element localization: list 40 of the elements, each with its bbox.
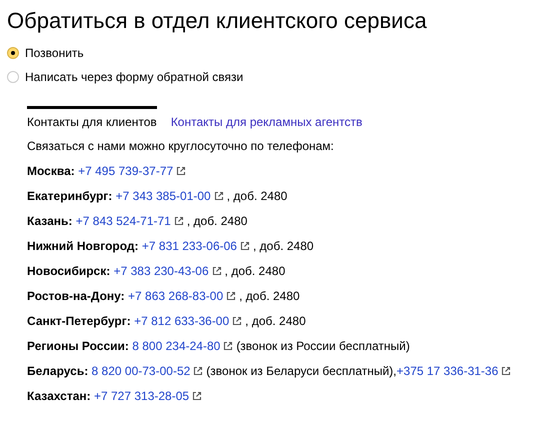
phone-link[interactable]: +7 495 739-37-77 [78, 164, 174, 178]
external-link-icon [193, 366, 204, 376]
external-link-icon [232, 316, 242, 326]
contact-line: Казань: +7 843 524-71-71 , доб. 2480 [27, 214, 248, 229]
phone-link[interactable]: +7 863 268-83-00 [128, 289, 224, 303]
phone-link[interactable]: 8 820 00-73-00-52 [92, 364, 190, 378]
external-link-icon [176, 166, 186, 176]
phone-link[interactable]: +7 812 633-36-00 [134, 314, 230, 328]
external-link-icon [214, 191, 224, 201]
contact-line: Санкт-Петербург: +7 812 633-36-00 , доб. 2480 [27, 314, 307, 329]
external-link-icon [226, 291, 236, 301]
contact-line: Екатеринбург: +7 343 385-01-00 , доб. 2480 [27, 189, 288, 204]
contact-line: Нижний Новгород: +7 831 233-06-06 , доб. 2480 [27, 239, 315, 254]
tab[interactable]: Контакты для рекламных агентств [170, 106, 362, 129]
contact-line: Новосибирск: +7 383 230-43-06 , доб. 2480 [27, 264, 286, 279]
radio-option[interactable]: Написать через форму обратной связи [7, 70, 244, 84]
external-link-icon [192, 391, 202, 401]
external-link-icon [240, 241, 250, 251]
tab[interactable]: Контакты для клиентов [27, 106, 157, 129]
external-link-icon [501, 366, 512, 376]
phone-link[interactable]: +7 343 385-01-00 [116, 189, 211, 203]
phone-link[interactable]: +7 383 230-43-06 [114, 264, 209, 278]
external-link-icon [174, 216, 184, 226]
radio-option[interactable]: Позвонить [7, 46, 84, 60]
phone-link[interactable]: 8 800 234-24-80 [132, 339, 220, 353]
radio-icon[interactable] [7, 71, 19, 83]
phone-link[interactable]: +375 17 336-31-36 [396, 364, 498, 378]
intro-text: Связаться с нами можно круглосуточно по телефонам: [27, 139, 335, 154]
phone-link[interactable]: +7 843 524-71-71 [76, 214, 171, 228]
contact-line: Регионы России: 8 800 234-24-80 (звонок из России бесплатный) [27, 339, 411, 354]
contact-line: Ростов-на-Дону: +7 863 268-83-00 , доб. 2480 [27, 289, 301, 304]
phone-link[interactable]: +7 831 233-06-06 [142, 239, 237, 253]
radio-icon[interactable] [7, 47, 19, 59]
external-link-icon [212, 266, 222, 276]
page-title: Обратиться в отдел клиентского сервиса [7, 8, 428, 34]
contact-line: Беларусь: 8 820 00-73-00-52 (звонок из Беларуси бесплатный),+375 17 336-31-36 [27, 364, 523, 379]
contact-line: Москва: +7 495 739-37-77 [27, 164, 523, 179]
external-link-icon [223, 341, 234, 351]
contact-line: Казахстан: +7 727 313-28-05 [27, 389, 523, 404]
phone-link[interactable]: +7 727 313-28-05 [94, 389, 190, 403]
